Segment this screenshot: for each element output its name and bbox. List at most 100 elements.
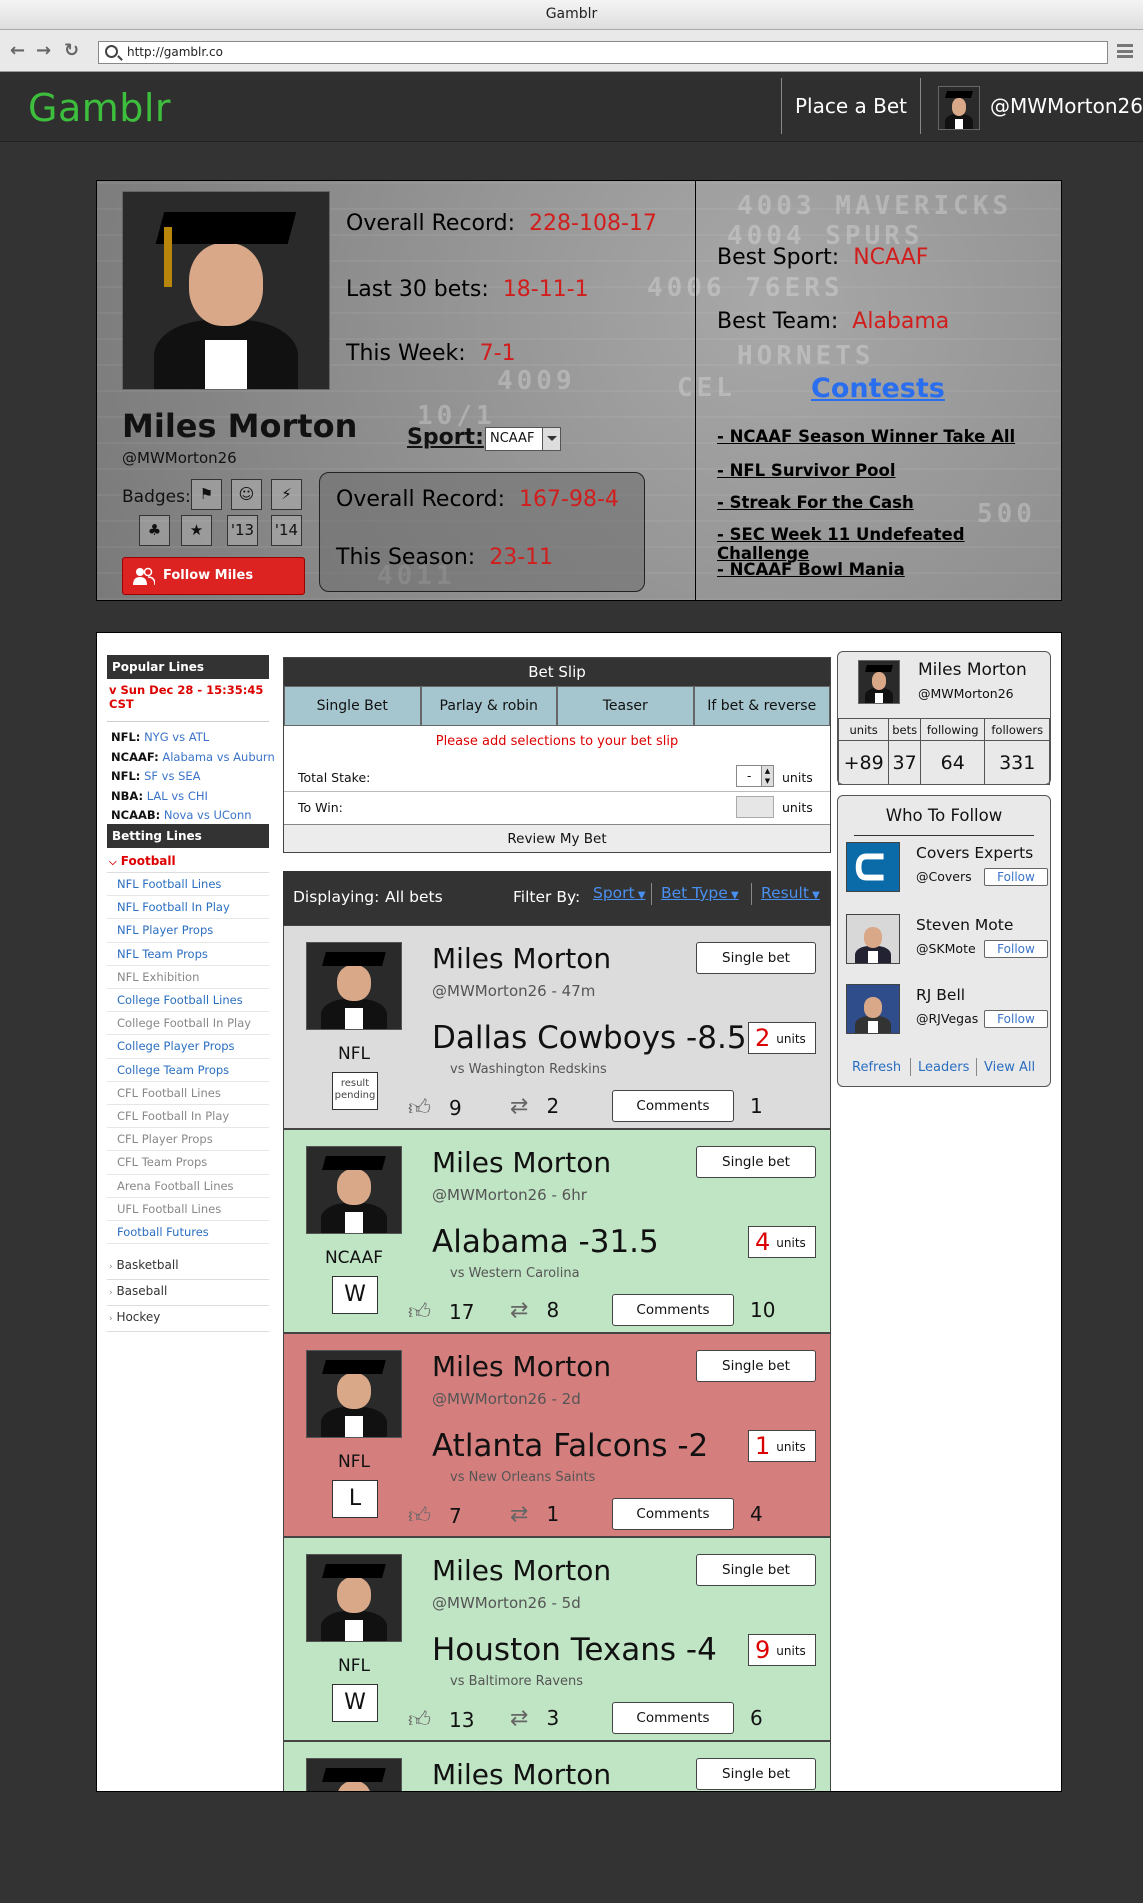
bet-author[interactable]: Miles Morton (432, 1758, 611, 1791)
bet-type-button[interactable]: Single bet (696, 1146, 816, 1178)
follow-button[interactable]: Follow (984, 1010, 1048, 1028)
popular-line[interactable]: NFL: SF vs SEA (107, 767, 269, 787)
back-icon[interactable]: ← (10, 40, 25, 61)
lightning-icon[interactable]: ⚡ (271, 479, 302, 510)
tab-if-bet[interactable]: If bet & reverse (693, 686, 830, 726)
leaders-link[interactable]: Leaders (918, 1060, 969, 1075)
bet-type-button[interactable]: Single bet (696, 942, 816, 974)
repost-count[interactable]: ⇄ 2 (510, 1094, 559, 1119)
suggestion-name[interactable]: RJ Bell (916, 986, 965, 1004)
betting-line-link[interactable]: College Team Props (107, 1059, 269, 1082)
comments-button[interactable]: Comments (612, 1702, 734, 1734)
user-handle-link[interactable]: @MWMorton26 (990, 94, 1143, 118)
betting-line-link[interactable]: College Player Props (107, 1035, 269, 1059)
betting-line-link[interactable]: NFL Team Props (107, 943, 269, 966)
stake-stepper[interactable]: - ▲ ▼ (736, 765, 774, 787)
betting-line-link[interactable]: UFL Football Lines (107, 1198, 269, 1222)
repost-count[interactable]: ⇄ 1 (510, 1502, 559, 1527)
view-all-link[interactable]: View All (984, 1060, 1035, 1075)
game-link[interactable]: Alabama vs Auburn (162, 750, 274, 764)
bet-card[interactable]: NFL L Miles Morton @MWMorton26 - 2d Atla… (283, 1333, 831, 1537)
bet-type-button[interactable]: Single bet (696, 1758, 816, 1790)
betting-line-link[interactable]: Arena Football Lines (107, 1175, 269, 1198)
betting-line-link[interactable]: NFL Exhibition (107, 966, 269, 990)
like-count[interactable]: 👍︎ 7 (408, 1502, 462, 1529)
like-count[interactable]: 👍︎ 9 (408, 1094, 462, 1121)
tab-single-bet[interactable]: Single Bet (284, 686, 421, 726)
bet-author[interactable]: Miles Morton (432, 1350, 611, 1383)
star-icon[interactable]: ★ (181, 515, 212, 546)
filter-result[interactable]: Result ▼ (761, 884, 820, 902)
betting-line-link[interactable]: College Football In Play (107, 1012, 269, 1036)
category-hockey[interactable]: › Hockey (107, 1306, 269, 1333)
avatar[interactable] (858, 660, 900, 704)
betting-line-link[interactable]: NFL Football Lines (107, 873, 269, 897)
club-icon[interactable]: ♣ (139, 515, 170, 546)
mini-profile-name[interactable]: Miles Morton (918, 660, 1027, 680)
thumbs-up-icon[interactable]: 👍︎ (408, 1094, 431, 1121)
bet-author[interactable]: Miles Morton (432, 1146, 611, 1179)
betting-line-link[interactable]: CFL Team Props (107, 1151, 269, 1175)
contest-link[interactable]: - Streak For the Cash (717, 493, 914, 512)
forward-icon[interactable]: → (36, 40, 51, 61)
filter-sport[interactable]: Sport ▼ (593, 884, 646, 902)
contest-link[interactable]: - NCAAF Season Winner Take All (717, 427, 1015, 446)
game-link[interactable]: NYG vs ATL (144, 730, 209, 744)
stepper-arrows-icon[interactable]: ▲ ▼ (761, 766, 773, 786)
comments-button[interactable]: Comments (612, 1090, 734, 1122)
reload-icon[interactable]: ↻ (64, 40, 79, 61)
repost-icon[interactable]: ⇄ (510, 1094, 528, 1119)
betting-line-link[interactable]: NFL Player Props (107, 919, 269, 943)
popular-line[interactable]: NCAAB: Nova vs UConn (107, 806, 269, 826)
category-basketball[interactable]: › Basketball (107, 1254, 269, 1281)
category-baseball[interactable]: › Baseball (107, 1280, 269, 1307)
betting-line-link[interactable]: CFL Football In Play (107, 1105, 269, 1129)
follow-button[interactable]: Follow Miles Morton (122, 557, 305, 595)
contest-link[interactable]: - NCAAF Bowl Mania (717, 560, 905, 579)
flag-icon[interactable]: ⚑ (191, 479, 222, 510)
sport-select[interactable]: NCAAF (485, 427, 561, 451)
address-bar[interactable]: http://gamblr.co (98, 41, 1108, 64)
follow-button[interactable]: Follow (984, 868, 1048, 886)
bet-type-button[interactable]: Single bet (696, 1350, 816, 1382)
refresh-link[interactable]: Refresh (852, 1060, 901, 1075)
football-category[interactable]: ⌵ Football (107, 848, 269, 873)
stats-value[interactable]: 64 (919, 740, 986, 785)
like-count[interactable]: 👍︎ 13 (408, 1706, 474, 1733)
comments-button[interactable]: Comments (612, 1294, 734, 1326)
popular-line[interactable]: NBA: LAL vs CHI (107, 787, 269, 807)
popular-line[interactable]: NFL: NYG vs ATL (107, 728, 269, 748)
filter-bet-type[interactable]: Bet Type ▼ (661, 884, 739, 902)
stats-value[interactable]: 331 (984, 740, 1050, 785)
tab-teaser[interactable]: Teaser (557, 686, 694, 726)
bet-card[interactable]: NFL W Miles Morton @MWMorton26 - 5d Hous… (283, 1537, 831, 1741)
betting-line-link[interactable]: CFL Football Lines (107, 1082, 269, 1106)
badge-2013[interactable]: '13 (227, 515, 258, 546)
avatar[interactable] (938, 86, 980, 130)
users-icon[interactable]: ☺ (231, 479, 262, 510)
review-bet-button[interactable]: Review My Bet (284, 824, 830, 852)
repost-count[interactable]: ⇄ 3 (510, 1706, 559, 1731)
repost-count[interactable]: ⇄ 8 (510, 1298, 559, 1323)
game-link[interactable]: LAL vs CHI (147, 789, 208, 803)
comments-button[interactable]: Comments (612, 1498, 734, 1530)
repost-icon[interactable]: ⇄ (510, 1706, 528, 1731)
badge-2014[interactable]: '14 (271, 515, 302, 546)
menu-icon[interactable] (1117, 44, 1133, 58)
bet-type-button[interactable]: Single bet (696, 1554, 816, 1586)
bet-card[interactable]: NFL result pending Miles Morton @MWMorto… (283, 925, 831, 1129)
bet-author[interactable]: Miles Morton (432, 1554, 611, 1587)
like-count[interactable]: 👍︎ 17 (408, 1298, 474, 1325)
bet-card[interactable]: NCAAF W Miles Morton @MWMorton26 - 6hr A… (283, 1129, 831, 1333)
betting-line-link[interactable]: CFL Player Props (107, 1128, 269, 1152)
repost-icon[interactable]: ⇄ (510, 1298, 528, 1323)
thumbs-up-icon[interactable]: 👍︎ (408, 1298, 431, 1325)
contest-link[interactable]: - NFL Survivor Pool (717, 461, 896, 480)
repost-icon[interactable]: ⇄ (510, 1502, 528, 1527)
popular-line[interactable]: NCAAF: Alabama vs Auburn (107, 748, 275, 768)
suggestion-name[interactable]: Steven Mote (916, 916, 1013, 934)
suggestion-name[interactable]: Covers Experts (916, 844, 1033, 862)
bet-card[interactable]: Miles Morton Single bet (283, 1741, 831, 1791)
contest-link[interactable]: - SEC Week 11 Undefeated Challenge (717, 525, 1061, 563)
bet-author[interactable]: Miles Morton (432, 942, 611, 975)
